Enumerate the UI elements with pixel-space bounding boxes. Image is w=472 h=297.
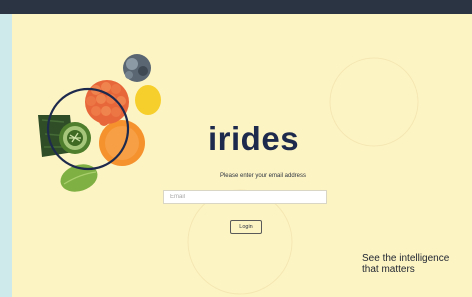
yellow-pepper-image [135, 85, 161, 115]
tagline: See the intelligence that matters [362, 253, 449, 275]
top-bar [0, 0, 472, 14]
roe-cluster-image [85, 80, 129, 126]
tagline-line-2: that matters [362, 264, 415, 275]
email-input[interactable] [163, 190, 327, 204]
cabbage-image [123, 54, 151, 82]
cucumber-slice-image [59, 122, 91, 154]
lettuce-leaf-image [60, 164, 98, 192]
login-page: irides Please enter your email address L… [12, 14, 472, 297]
tagline-line-1: See the intelligence [362, 253, 450, 264]
email-prompt: Please enter your email address [219, 173, 307, 179]
brand-logo: irides [208, 120, 300, 157]
login-button[interactable]: Login [230, 220, 262, 234]
